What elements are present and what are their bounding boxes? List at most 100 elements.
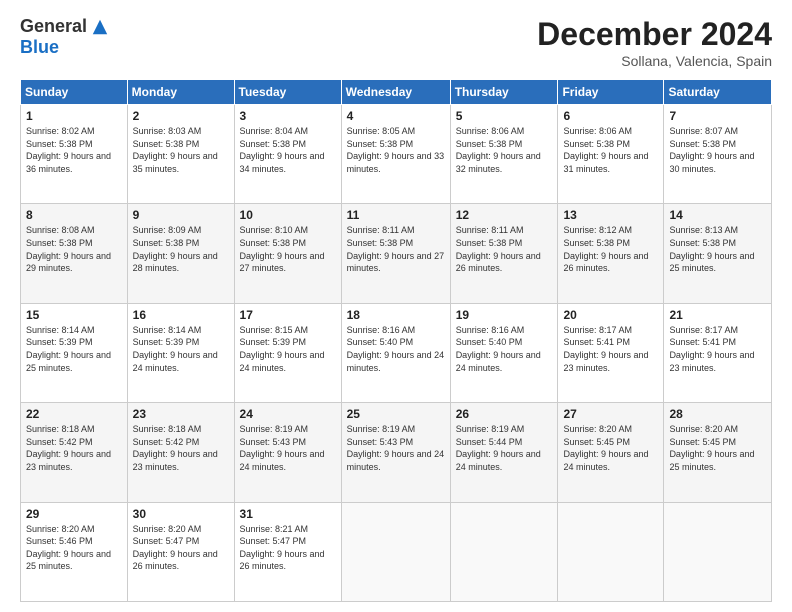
day-number: 2	[133, 109, 229, 123]
day-info: Sunrise: 8:18 AMSunset: 5:42 PMDaylight:…	[133, 423, 229, 473]
day-number: 6	[563, 109, 658, 123]
day-number: 29	[26, 507, 122, 521]
day-number: 4	[347, 109, 445, 123]
calendar-day-cell	[558, 502, 664, 601]
month-title: December 2024	[537, 16, 772, 53]
calendar-day-cell: 20Sunrise: 8:17 AMSunset: 5:41 PMDayligh…	[558, 303, 664, 402]
logo-icon	[91, 18, 109, 36]
calendar-day-cell: 26Sunrise: 8:19 AMSunset: 5:44 PMDayligh…	[450, 403, 558, 502]
day-number: 5	[456, 109, 553, 123]
title-block: December 2024 Sollana, Valencia, Spain	[537, 16, 772, 69]
day-number: 12	[456, 208, 553, 222]
calendar-day-cell: 10 Sunrise: 8:10 AMSunset: 5:38 PMDayligh…	[234, 204, 341, 303]
calendar-header-row: SundayMondayTuesdayWednesdayThursdayFrid…	[21, 80, 772, 105]
calendar-day-cell: 18 Sunrise: 8:16 AMSunset: 5:40 PMDayligh…	[341, 303, 450, 402]
day-info: Sunrise: 8:14 AMSunset: 5:39 PMDaylight:…	[133, 324, 229, 374]
day-number: 23	[133, 407, 229, 421]
weekday-header-tuesday: Tuesday	[234, 80, 341, 105]
day-number: 3	[240, 109, 336, 123]
calendar-day-cell: 22 Sunrise: 8:18 AMSunset: 5:42 PMDayligh…	[21, 403, 128, 502]
logo: General Blue	[20, 16, 109, 58]
page-header: General Blue December 2024 Sollana, Vale…	[20, 16, 772, 69]
day-info: Sunrise: 8:06 AMSunset: 5:38 PMDaylight:…	[456, 125, 553, 175]
calendar-day-cell: 29 Sunrise: 8:20 AMSunset: 5:46 PMDayligh…	[21, 502, 128, 601]
calendar-day-cell: 8Sunrise: 8:08 AMSunset: 5:38 PMDaylight…	[21, 204, 128, 303]
calendar-day-cell: 6Sunrise: 8:06 AMSunset: 5:38 PMDaylight…	[558, 105, 664, 204]
calendar-day-cell: 3Sunrise: 8:04 AMSunset: 5:38 PMDaylight…	[234, 105, 341, 204]
day-number: 11	[347, 208, 445, 222]
day-info: Sunrise: 8:10 AMSunset: 5:38 PMDaylight:…	[240, 224, 336, 274]
day-number: 19	[456, 308, 553, 322]
day-info: Sunrise: 8:16 AMSunset: 5:40 PMDaylight:…	[456, 324, 553, 374]
day-info: Sunrise: 8:20 AMSunset: 5:46 PMDaylight:…	[26, 523, 122, 573]
day-info: Sunrise: 8:21 AMSunset: 5:47 PMDaylight:…	[240, 523, 336, 573]
day-number: 10	[240, 208, 336, 222]
calendar-day-cell: 25 Sunrise: 8:19 AMSunset: 5:43 PMDayligh…	[341, 403, 450, 502]
day-number: 18	[347, 308, 445, 322]
day-number: 14	[669, 208, 766, 222]
day-number: 28	[669, 407, 766, 421]
calendar-day-cell: 16Sunrise: 8:14 AMSunset: 5:39 PMDayligh…	[127, 303, 234, 402]
day-info: Sunrise: 8:05 AMSunset: 5:38 PMDaylight:…	[347, 125, 445, 175]
day-info: Sunrise: 8:16 AMSunset: 5:40 PMDaylight:…	[347, 324, 445, 374]
calendar-day-cell: 28 Sunrise: 8:20 AMSunset: 5:45 PMDayligh…	[664, 403, 772, 502]
day-info: Sunrise: 8:03 AMSunset: 5:38 PMDaylight:…	[133, 125, 229, 175]
calendar-week-row: 15 Sunrise: 8:14 AMSunset: 5:39 PMDayligh…	[21, 303, 772, 402]
day-number: 22	[26, 407, 122, 421]
calendar-day-cell: 21 Sunrise: 8:17 AMSunset: 5:41 PMDayligh…	[664, 303, 772, 402]
day-number: 30	[133, 507, 229, 521]
calendar-day-cell: 30 Sunrise: 8:20 AMSunset: 5:47 PMDayligh…	[127, 502, 234, 601]
day-number: 27	[563, 407, 658, 421]
day-number: 25	[347, 407, 445, 421]
day-number: 1	[26, 109, 122, 123]
day-number: 24	[240, 407, 336, 421]
day-number: 17	[240, 308, 336, 322]
weekday-header-friday: Friday	[558, 80, 664, 105]
day-info: Sunrise: 8:19 AMSunset: 5:44 PMDaylight:…	[456, 423, 553, 473]
day-number: 21	[669, 308, 766, 322]
calendar-day-cell: 31 Sunrise: 8:21 AMSunset: 5:47 PMDayligh…	[234, 502, 341, 601]
calendar-day-cell: 15 Sunrise: 8:14 AMSunset: 5:39 PMDayligh…	[21, 303, 128, 402]
calendar-day-cell: 1Sunrise: 8:02 AMSunset: 5:38 PMDaylight…	[21, 105, 128, 204]
logo-blue-text: Blue	[20, 37, 59, 58]
calendar-day-cell	[450, 502, 558, 601]
day-info: Sunrise: 8:11 AMSunset: 5:38 PMDaylight:…	[456, 224, 553, 274]
day-info: Sunrise: 8:20 AMSunset: 5:45 PMDaylight:…	[563, 423, 658, 473]
weekday-header-wednesday: Wednesday	[341, 80, 450, 105]
calendar-day-cell	[341, 502, 450, 601]
day-info: Sunrise: 8:20 AMSunset: 5:45 PMDaylight:…	[669, 423, 766, 473]
calendar-week-row: 22 Sunrise: 8:18 AMSunset: 5:42 PMDayligh…	[21, 403, 772, 502]
logo-general-text: General	[20, 16, 87, 37]
day-number: 31	[240, 507, 336, 521]
calendar-day-cell: 14 Sunrise: 8:13 AMSunset: 5:38 PMDayligh…	[664, 204, 772, 303]
day-info: Sunrise: 8:19 AMSunset: 5:43 PMDaylight:…	[240, 423, 336, 473]
calendar-week-row: 8Sunrise: 8:08 AMSunset: 5:38 PMDaylight…	[21, 204, 772, 303]
calendar-day-cell: 2 Sunrise: 8:03 AMSunset: 5:38 PMDaylight…	[127, 105, 234, 204]
day-info: Sunrise: 8:14 AMSunset: 5:39 PMDaylight:…	[26, 324, 122, 374]
calendar-day-cell: 12 Sunrise: 8:11 AMSunset: 5:38 PMDayligh…	[450, 204, 558, 303]
calendar-day-cell: 9 Sunrise: 8:09 AMSunset: 5:38 PMDaylight…	[127, 204, 234, 303]
calendar-day-cell: 11Sunrise: 8:11 AMSunset: 5:38 PMDayligh…	[341, 204, 450, 303]
calendar-day-cell: 5 Sunrise: 8:06 AMSunset: 5:38 PMDaylight…	[450, 105, 558, 204]
day-info: Sunrise: 8:13 AMSunset: 5:38 PMDaylight:…	[669, 224, 766, 274]
day-info: Sunrise: 8:19 AMSunset: 5:43 PMDaylight:…	[347, 423, 445, 473]
weekday-header-saturday: Saturday	[664, 80, 772, 105]
day-info: Sunrise: 8:15 AMSunset: 5:39 PMDaylight:…	[240, 324, 336, 374]
day-number: 15	[26, 308, 122, 322]
day-info: Sunrise: 8:18 AMSunset: 5:42 PMDaylight:…	[26, 423, 122, 473]
day-info: Sunrise: 8:20 AMSunset: 5:47 PMDaylight:…	[133, 523, 229, 573]
weekday-header-thursday: Thursday	[450, 80, 558, 105]
day-info: Sunrise: 8:17 AMSunset: 5:41 PMDaylight:…	[669, 324, 766, 374]
calendar-day-cell	[664, 502, 772, 601]
day-number: 20	[563, 308, 658, 322]
calendar-day-cell: 19 Sunrise: 8:16 AMSunset: 5:40 PMDayligh…	[450, 303, 558, 402]
day-number: 13	[563, 208, 658, 222]
calendar-day-cell: 4 Sunrise: 8:05 AMSunset: 5:38 PMDaylight…	[341, 105, 450, 204]
day-number: 9	[133, 208, 229, 222]
calendar-day-cell: 13 Sunrise: 8:12 AMSunset: 5:38 PMDayligh…	[558, 204, 664, 303]
day-info: Sunrise: 8:12 AMSunset: 5:38 PMDaylight:…	[563, 224, 658, 274]
day-info: Sunrise: 8:09 AMSunset: 5:38 PMDaylight:…	[133, 224, 229, 274]
calendar-table: SundayMondayTuesdayWednesdayThursdayFrid…	[20, 79, 772, 602]
weekday-header-monday: Monday	[127, 80, 234, 105]
day-number: 8	[26, 208, 122, 222]
